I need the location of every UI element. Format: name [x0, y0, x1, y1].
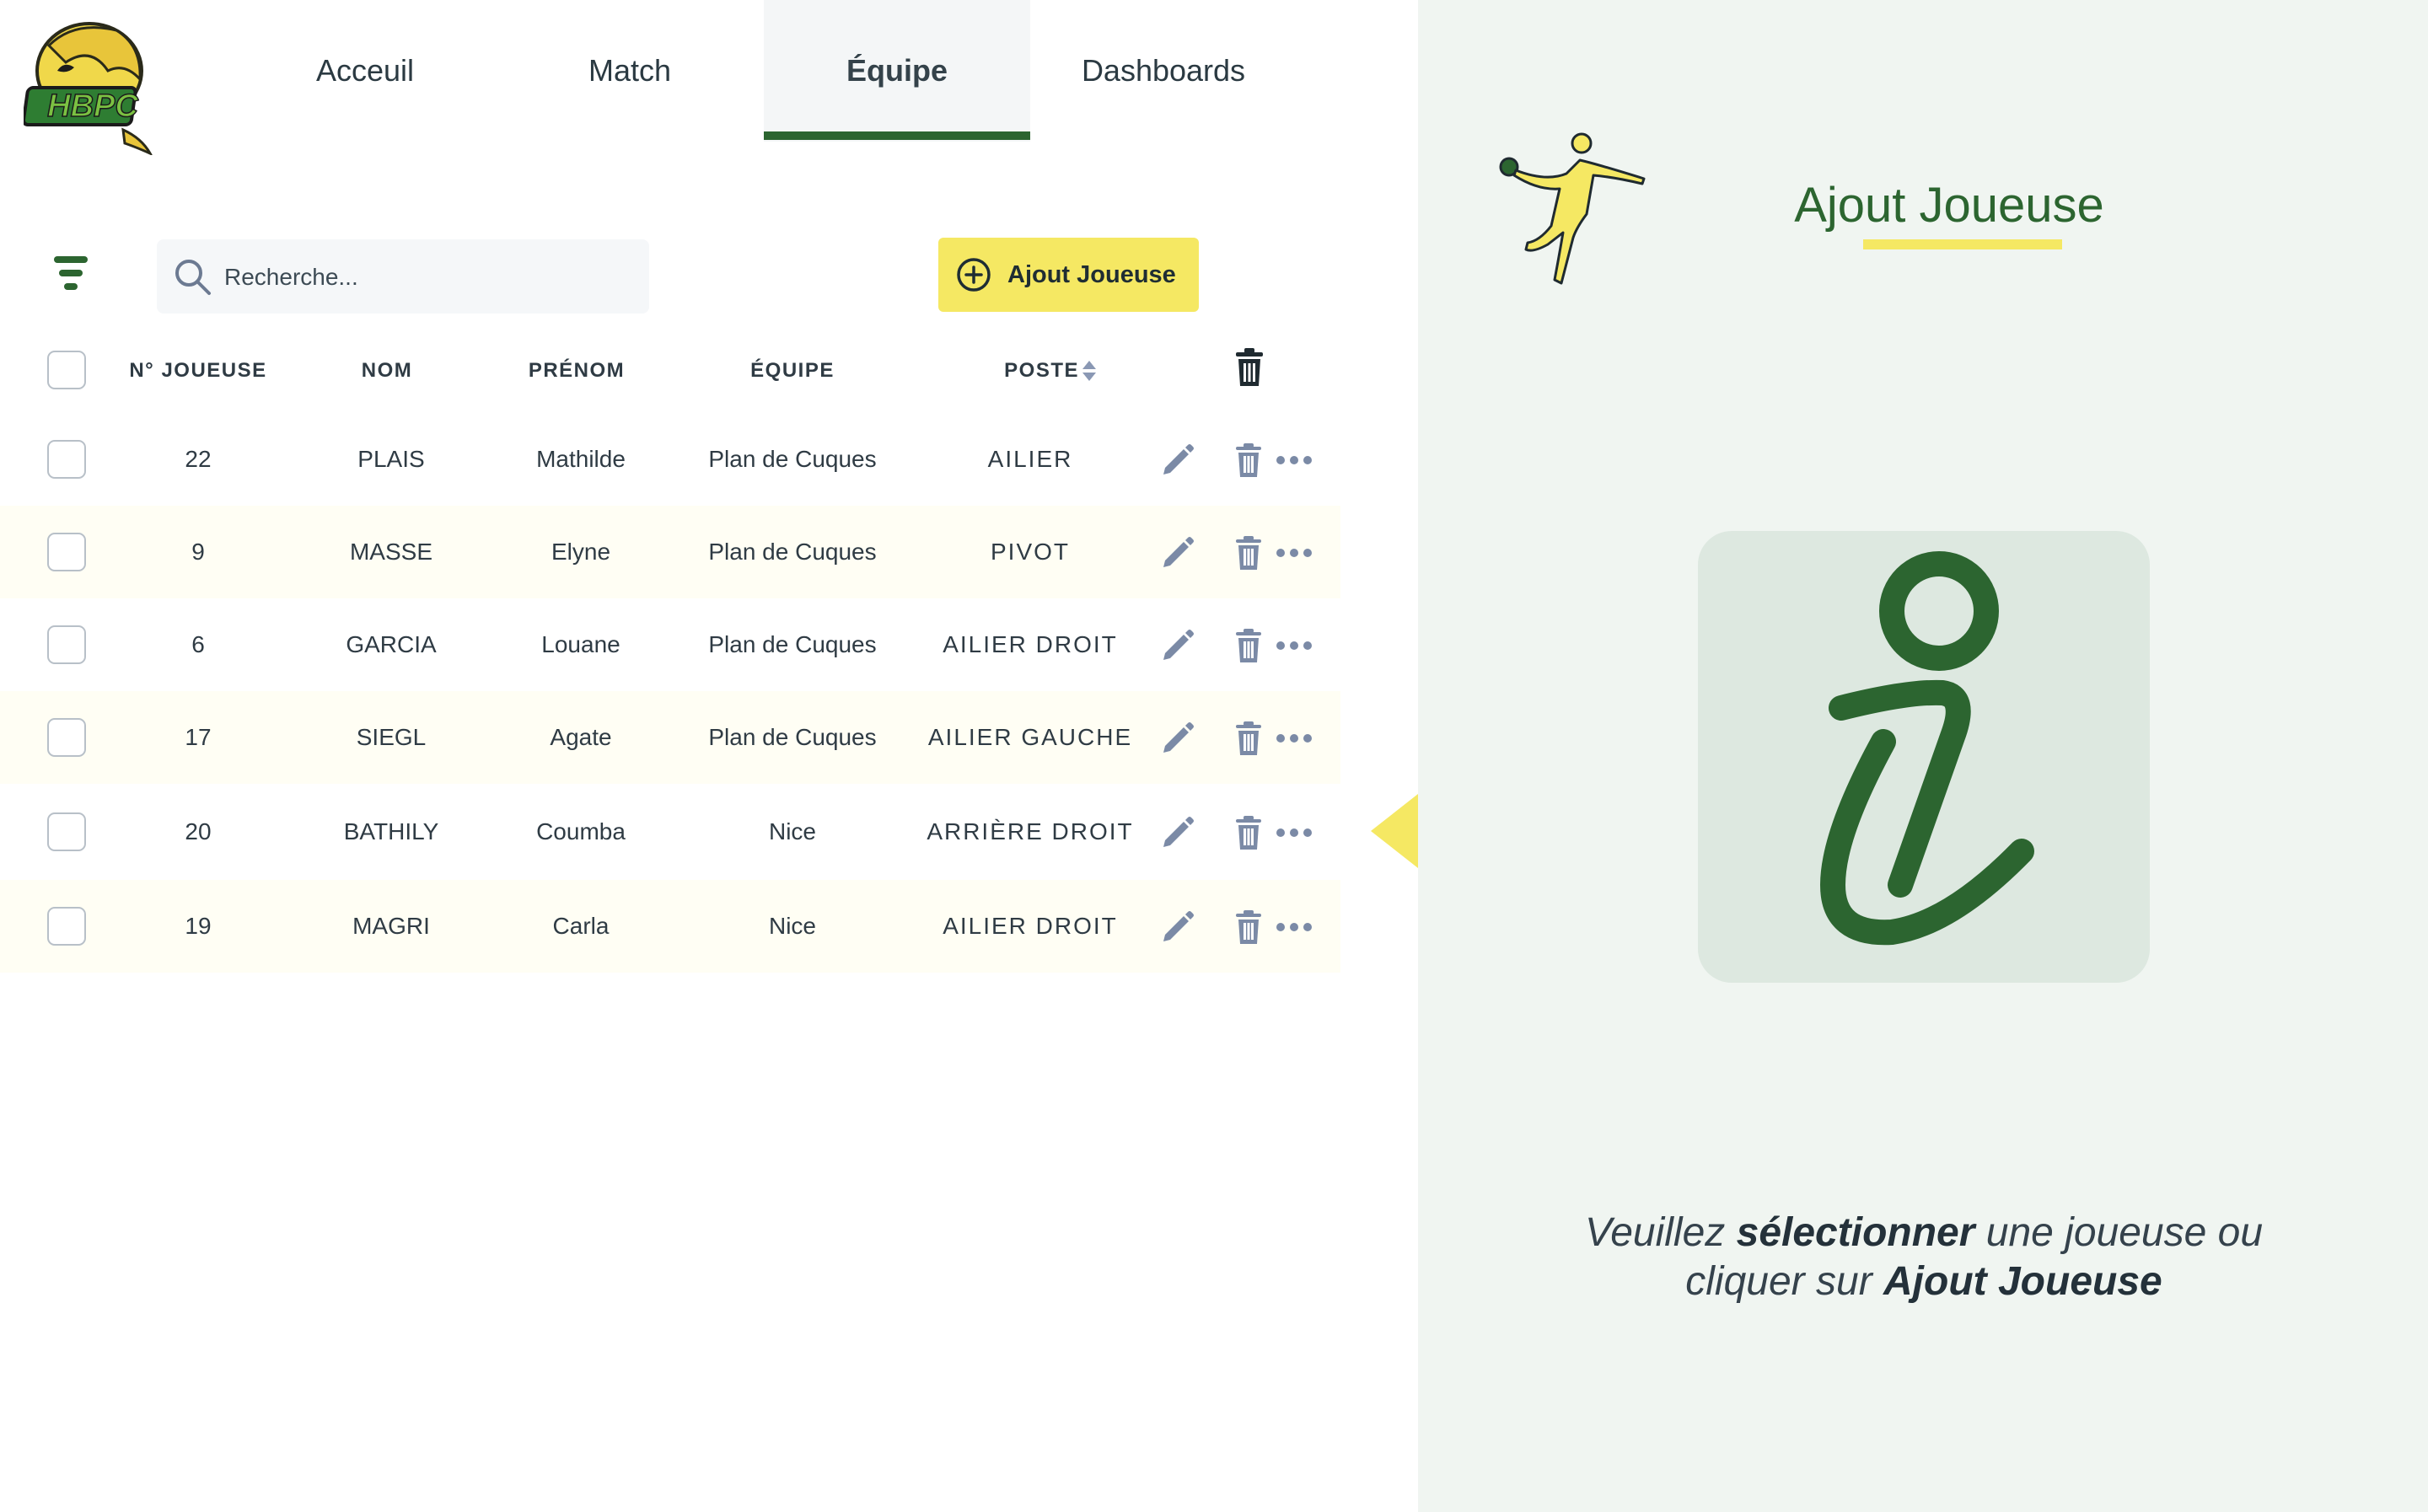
tab-match[interactable]: Match: [540, 0, 720, 142]
more-options-icon[interactable]: [1275, 815, 1313, 850]
cell-poste: AILIER DROIT: [943, 913, 1118, 939]
tab-acceuil[interactable]: Acceuil: [278, 0, 452, 142]
delete-icon[interactable]: [1231, 535, 1266, 571]
cell-prenom: Mathilde: [536, 446, 626, 472]
more-options-icon[interactable]: [1275, 909, 1313, 945]
bulk-delete-icon[interactable]: [1233, 347, 1266, 388]
cell-prenom: Louane: [541, 631, 620, 657]
detail-panel: Ajout Joueuse Veuillez sélectionner une …: [1418, 0, 2428, 1512]
selection-pointer: [1371, 794, 1418, 868]
cell-equipe: Plan de Cuques: [708, 631, 877, 657]
info-card: [1698, 531, 2150, 983]
row-checkbox[interactable]: [47, 625, 86, 664]
cell-equipe: Plan de Cuques: [708, 724, 877, 750]
column-header-equipe[interactable]: ÉQUIPE: [708, 337, 877, 405]
more-options-icon[interactable]: [1275, 628, 1313, 663]
table-row[interactable]: 9 MASSE Elyne Plan de Cuques PIVOT: [0, 506, 1340, 598]
search-box: [157, 239, 649, 315]
more-options-icon[interactable]: [1275, 535, 1313, 571]
club-logo[interactable]: HBPC: [24, 12, 158, 155]
delete-icon[interactable]: [1231, 721, 1266, 756]
players-section: HBPC Acceuil Match Équipe Dashboards Ajo…: [0, 0, 1418, 1512]
handball-player-icon: [1499, 132, 1646, 285]
table-header: N° JOUEUSE NOM PRÉNOM ÉQUIPE POSTE: [0, 337, 1340, 405]
logo-text: HBPC: [47, 88, 138, 124]
hint-bold-1: sélectionner: [1736, 1210, 1975, 1255]
edit-icon[interactable]: [1160, 535, 1195, 571]
add-player-label: Ajout Joueuse: [1007, 260, 1176, 288]
table-row[interactable]: 17 SIEGL Agate Plan de Cuques AILIER GAUCHE: [0, 691, 1340, 784]
cell-numero: 19: [185, 913, 212, 939]
table-row[interactable]: 19 MAGRI Carla Nice AILIER DROIT: [0, 880, 1340, 973]
edit-icon[interactable]: [1160, 909, 1195, 945]
edit-icon[interactable]: [1160, 721, 1195, 756]
search-icon: [175, 260, 211, 295]
edit-icon[interactable]: [1160, 815, 1195, 850]
row-checkbox[interactable]: [47, 812, 86, 851]
search-input[interactable]: [223, 239, 639, 315]
cell-nom: MASSE: [349, 539, 433, 565]
cell-poste: AILIER DROIT: [943, 631, 1118, 657]
add-player-button[interactable]: Ajout Joueuse: [938, 238, 1199, 312]
hint-text-2: une joueuse ou: [1974, 1210, 2264, 1255]
cell-numero: 9: [191, 539, 205, 565]
cell-prenom: Agate: [550, 724, 612, 750]
cell-prenom: Elyne: [551, 539, 611, 565]
cell-nom: SIEGL: [356, 724, 427, 750]
table-row[interactable]: 22 PLAIS Mathilde Plan de Cuques AILIER: [0, 413, 1340, 506]
cell-poste: AILIER: [987, 446, 1073, 472]
column-header-nom[interactable]: NOM: [320, 337, 454, 405]
cell-prenom: Coumba: [536, 818, 626, 844]
table-row[interactable]: 20 BATHILY Coumba Nice ARRIÈRE DROIT: [0, 785, 1340, 878]
more-options-icon[interactable]: [1275, 721, 1313, 756]
column-header-prenom[interactable]: PRÉNOM: [509, 337, 644, 405]
edit-icon[interactable]: [1160, 628, 1195, 663]
hint-text-1: Veuillez: [1584, 1210, 1737, 1255]
delete-icon[interactable]: [1231, 909, 1266, 945]
row-checkbox[interactable]: [47, 440, 86, 479]
cell-nom: MAGRI: [352, 913, 430, 939]
cell-poste: ARRIÈRE DROIT: [927, 818, 1134, 844]
hint-bold-2: Ajout Joueuse: [1883, 1259, 2162, 1304]
cell-equipe: Nice: [768, 818, 816, 844]
cell-numero: 6: [191, 631, 205, 657]
column-header-poste[interactable]: POSTE: [970, 337, 1079, 405]
cell-poste: AILIER GAUCHE: [927, 724, 1133, 750]
delete-icon[interactable]: [1231, 628, 1266, 663]
filter-icon[interactable]: [49, 249, 93, 297]
row-checkbox[interactable]: [47, 718, 86, 757]
delete-icon[interactable]: [1231, 442, 1266, 478]
plus-circle-icon: [957, 258, 991, 292]
cell-numero: 20: [185, 818, 212, 844]
panel-title: Ajout Joueuse: [1794, 178, 2104, 233]
cell-numero: 17: [185, 724, 212, 750]
cell-prenom: Carla: [552, 913, 610, 939]
cell-nom: BATHILY: [343, 818, 439, 844]
instruction-text: Veuillez sélectionner une joueuse ou cli…: [1502, 1209, 2345, 1306]
more-options-icon[interactable]: [1275, 442, 1313, 478]
table-row[interactable]: 6 GARCIA Louane Plan de Cuques AILIER DROIT: [0, 598, 1340, 691]
row-checkbox[interactable]: [47, 907, 86, 946]
row-checkbox[interactable]: [47, 533, 86, 571]
cell-nom: GARCIA: [346, 631, 437, 657]
cell-numero: 22: [185, 446, 212, 472]
delete-icon[interactable]: [1231, 815, 1266, 850]
edit-icon[interactable]: [1160, 442, 1195, 478]
cell-equipe: Nice: [768, 913, 816, 939]
cell-equipe: Plan de Cuques: [708, 539, 877, 565]
tab-equipe[interactable]: Équipe: [764, 0, 1030, 142]
sort-icon[interactable]: [1079, 359, 1099, 383]
active-tab-indicator: [764, 131, 1030, 140]
info-icon: [1819, 551, 2034, 946]
panel-title-underline: [1863, 239, 2062, 249]
cell-nom: PLAIS: [357, 446, 425, 472]
cell-equipe: Plan de Cuques: [708, 446, 877, 472]
cell-poste: PIVOT: [990, 539, 1070, 565]
tab-dashboards[interactable]: Dashboards: [1062, 0, 1265, 142]
column-header-numero[interactable]: N° JOUEUSE: [118, 337, 278, 405]
select-all-checkbox[interactable]: [47, 351, 86, 389]
hint-text-3: cliquer sur: [1685, 1259, 1884, 1304]
